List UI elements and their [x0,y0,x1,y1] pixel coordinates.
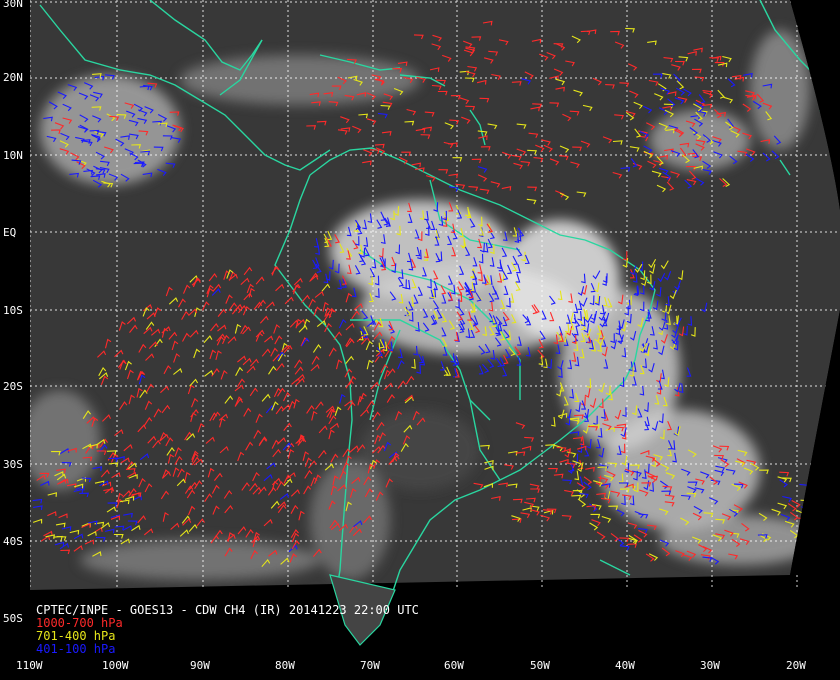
map-caption: CPTEC/INPE - GOES13 - CDW CH4 (IR) 20141… [36,604,419,656]
lat-label-40s: 40S [3,535,23,548]
lon-label-100w: 100W [102,659,129,672]
lon-label-20w: 20W [786,659,806,672]
lat-label-30n: 30N [3,0,23,10]
lat-label-30s: 30S [3,458,23,471]
lat-label-10s: 10S [3,304,23,317]
space-left-band [0,0,30,680]
satellite-wind-map: 30N 20N 10N EQ 10S 20S 30S 40S 50S 110W … [0,0,840,680]
earth-disk [30,0,840,590]
lat-label-20s: 20S [3,380,23,393]
lon-label-110w: 110W [16,659,43,672]
lat-label-10n: 10N [3,149,23,162]
lon-label-60w: 60W [444,659,464,672]
lon-label-40w: 40W [615,659,635,672]
lat-label-20n: 20N [3,71,23,84]
lon-label-30w: 30W [700,659,720,672]
lat-label-eq: EQ [3,226,17,239]
legend-high-level: 401-100 hPa [36,642,116,656]
lat-label-50s: 50S [3,612,23,625]
lon-label-80w: 80W [275,659,295,672]
map-canvas [0,0,840,680]
lon-label-70w: 70W [360,659,380,672]
lon-label-90w: 90W [190,659,210,672]
lon-label-50w: 50W [530,659,550,672]
